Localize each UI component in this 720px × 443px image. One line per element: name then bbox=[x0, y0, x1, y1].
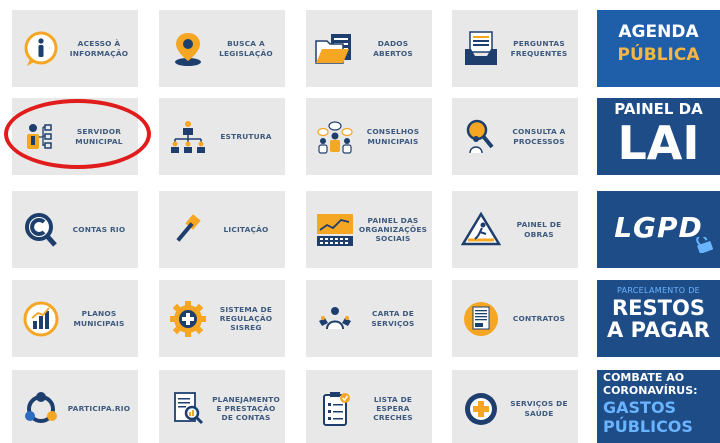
tile-lista-espera-creches[interactable]: LISTA DE ESPERA CRECHES bbox=[306, 370, 432, 443]
bar-chart-circle-icon bbox=[18, 296, 64, 342]
council-chat-icon bbox=[312, 114, 358, 160]
dashboard-chart-icon bbox=[312, 207, 358, 253]
tile-label: CONTAS RIO bbox=[72, 224, 126, 234]
open-folder-icon bbox=[312, 26, 358, 72]
tile-planos-municipais[interactable]: PLANOS MUNICIPAIS bbox=[12, 280, 138, 357]
tile-label: LISTA DE ESPERA CRECHES bbox=[373, 394, 413, 423]
tile-label: PAINEL DAS ORGANIZAÇÕES SOCIAIS bbox=[358, 215, 428, 244]
info-bubble-icon bbox=[18, 26, 64, 72]
tile-label: CARTA DE SERVIÇOS bbox=[371, 309, 415, 328]
tile-carta-servicos[interactable]: CARTA DE SERVIÇOS bbox=[306, 280, 432, 357]
tile-contratos[interactable]: CONTRATOS bbox=[452, 280, 578, 357]
banner-agenda-publica[interactable]: AGENDA PÚBLICA bbox=[597, 10, 720, 87]
banner-line: PÚBLICA bbox=[617, 45, 700, 65]
banner-restos-a-pagar[interactable]: PARCELAMENTO DE RESTOS A PAGAR bbox=[597, 280, 720, 357]
tile-licitacao[interactable]: LICITAÇÃO bbox=[159, 191, 285, 268]
health-gear-icon bbox=[165, 296, 211, 342]
tile-label: PARTICIPA.RIO bbox=[67, 403, 131, 413]
banner-line: PARCELAMENTO DE bbox=[616, 286, 701, 295]
tile-servicos-saude[interactable]: SERVIÇOS DE SAÚDE bbox=[452, 370, 578, 443]
construction-sign-icon bbox=[458, 207, 504, 253]
banner-line: AGENDA bbox=[618, 22, 699, 42]
tile-dados-abertos[interactable]: DADOS ABERTOS bbox=[306, 10, 432, 87]
tile-label: PLANOS MUNICIPAIS bbox=[73, 309, 125, 328]
banner-lgpd[interactable]: LGPD bbox=[597, 191, 720, 268]
org-chart-icon bbox=[165, 114, 211, 160]
services-grid: ACESSO À INFORMAÇÃO BUSCA A LEGISLAÇÃO DAD… bbox=[0, 0, 720, 443]
highlight-ring bbox=[4, 99, 151, 169]
tile-planejamento-contas[interactable]: PLANEJAMENTO E PRESTAÇÃO DE CONTAS bbox=[159, 370, 285, 443]
tile-label: LICITAÇÃO bbox=[223, 224, 269, 234]
tile-label: PLANEJAMENTO E PRESTAÇÃO DE CONTAS bbox=[212, 394, 280, 423]
health-cross-icon bbox=[458, 386, 504, 432]
tile-estrutura[interactable]: ESTRUTURA bbox=[159, 98, 285, 175]
banner-line: A PAGAR bbox=[607, 318, 710, 342]
tile-label: DADOS ABERTOS bbox=[373, 39, 413, 58]
tile-sisreg[interactable]: SISTEMA DE REGULAÇÃO SISREG bbox=[159, 280, 285, 357]
lock-icon bbox=[696, 237, 714, 253]
banner-line: PÚBLICOS bbox=[603, 417, 693, 436]
tile-consulta-processos[interactable]: CONSULTA A PROCESSOS bbox=[452, 98, 578, 175]
banner-painel-lai[interactable]: PAINEL DA LAI bbox=[597, 98, 720, 175]
tile-painel-organizacoes-sociais[interactable]: PAINEL DAS ORGANIZAÇÕES SOCIAIS bbox=[306, 191, 432, 268]
banner-combate-coronavirus[interactable]: COMBATE AO CORONAVÍRUS: GASTOS PÚBLICOS bbox=[597, 370, 720, 443]
tile-painel-obras[interactable]: PAINEL DE OBRAS bbox=[452, 191, 578, 268]
tile-label: BUSCA A LEGISLAÇÃO bbox=[219, 39, 273, 58]
magnifier-person-icon bbox=[458, 114, 504, 160]
banner-line: CORONAVÍRUS: bbox=[603, 384, 698, 397]
participation-icon bbox=[18, 386, 64, 432]
tile-label: PERGUNTAS FREQUENTES bbox=[510, 39, 568, 58]
tile-label: CONSULTA A PROCESSOS bbox=[512, 127, 566, 146]
document-circle-icon bbox=[458, 296, 504, 342]
banner-line: LAI bbox=[617, 116, 700, 170]
tile-perguntas-frequentes[interactable]: PERGUNTAS FREQUENTES bbox=[452, 10, 578, 87]
inbox-tray-icon bbox=[458, 26, 504, 72]
map-pin-icon bbox=[165, 26, 211, 72]
banner-line: COMBATE AO bbox=[603, 371, 685, 384]
tile-label: ESTRUTURA bbox=[220, 131, 272, 141]
checklist-icon bbox=[312, 386, 358, 432]
tile-acesso-informacao[interactable]: ACESSO À INFORMAÇÃO bbox=[12, 10, 138, 87]
tile-label: ACESSO À INFORMAÇÃO bbox=[69, 39, 129, 58]
tile-label: PAINEL DE OBRAS bbox=[516, 220, 562, 239]
tile-contas-rio[interactable]: CONTAS RIO bbox=[12, 191, 138, 268]
c-magnifier-icon bbox=[18, 207, 64, 253]
tile-label: CONTRATOS bbox=[512, 313, 566, 323]
tile-label: CONSELHOS MUNICIPAIS bbox=[366, 127, 420, 146]
report-magnifier-icon bbox=[165, 386, 211, 432]
banner-line: GASTOS bbox=[603, 398, 677, 417]
tile-label: SISTEMA DE REGULAÇÃO SISREG bbox=[219, 304, 273, 333]
tile-busca-legislacao[interactable]: BUSCA A LEGISLAÇÃO bbox=[159, 10, 285, 87]
tile-label: SERVIÇOS DE SAÚDE bbox=[510, 399, 568, 418]
tile-conselhos-municipais[interactable]: CONSELHOS MUNICIPAIS bbox=[306, 98, 432, 175]
gavel-icon bbox=[165, 207, 211, 253]
tile-participa-rio[interactable]: PARTICIPA.RIO bbox=[12, 370, 138, 443]
service-person-icon bbox=[312, 296, 358, 342]
banner-line: RESTOS bbox=[612, 296, 705, 320]
